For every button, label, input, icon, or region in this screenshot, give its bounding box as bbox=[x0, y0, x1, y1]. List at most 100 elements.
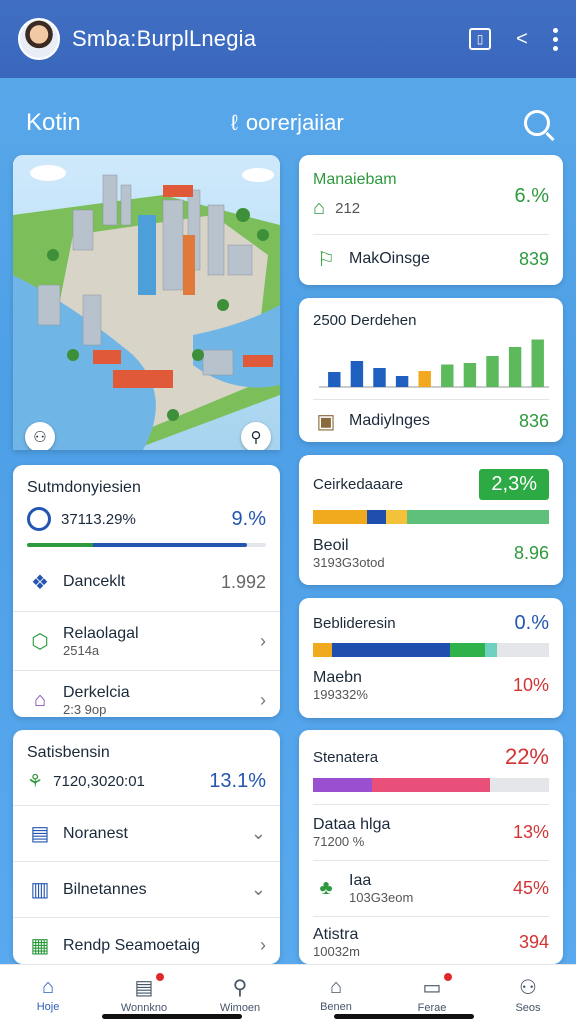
list-item-sub: 10032m bbox=[313, 943, 360, 959]
stats-primary-value: 7120,3020:01 bbox=[53, 773, 145, 790]
chart-title: 2500 Derdehen bbox=[313, 312, 417, 329]
nav-label: Benen bbox=[320, 1001, 352, 1013]
list-item-value: 839 bbox=[518, 248, 549, 269]
share-icon[interactable]: < bbox=[509, 28, 535, 51]
search-icon: ⚲ bbox=[232, 977, 248, 999]
stats-card-1: Sutmdonyiesien 37113.29% 9.% ❖ Danceklt … bbox=[13, 465, 280, 717]
list-item-value: 1.992 bbox=[220, 571, 266, 592]
chevron-down-icon: ⌄ bbox=[250, 879, 266, 899]
app-title: Smba:BurplLnegia bbox=[72, 26, 257, 51]
stats-card-2: Satisbensin ⚘ 7120,3020:01 13.1% ▤ Noran… bbox=[13, 730, 280, 964]
list-item[interactable]: Dataa hlga 71200 % 13% bbox=[299, 805, 563, 860]
stats-card-title: Sutmdonyiesien bbox=[27, 479, 141, 496]
home-indicator bbox=[102, 1014, 242, 1019]
city-map-card[interactable]: ⚇ ⚲ bbox=[13, 155, 280, 450]
stats-percent: 13.1% bbox=[209, 770, 266, 792]
nav-buildings[interactable]: ⌂ Benen bbox=[296, 976, 376, 1013]
chart-bar bbox=[350, 361, 364, 387]
subheader-center[interactable]: ℓ oorerjaiiar bbox=[231, 110, 344, 136]
nav-label: Seos bbox=[515, 1002, 541, 1014]
nav-profile[interactable]: ⚇ Seos bbox=[488, 975, 568, 1014]
nav-files[interactable]: ▭ Ferae bbox=[392, 971, 472, 1014]
list-item-label: Iaa bbox=[349, 872, 372, 889]
nav-work[interactable]: ▤ Wonnkno bbox=[104, 971, 184, 1014]
city-map-image bbox=[13, 155, 280, 450]
list-item-value: 45% bbox=[512, 878, 549, 898]
list-item[interactable]: Atistra 10032m 394 bbox=[299, 917, 563, 967]
map-icon: ▦ bbox=[30, 935, 50, 957]
chevron-down-icon: ⌄ bbox=[250, 823, 266, 843]
nav-label: Ferae bbox=[417, 1002, 447, 1014]
list-item-label: Madiylnges bbox=[349, 412, 430, 429]
list-item-label: Noranest bbox=[63, 824, 128, 842]
list-item-value: 8.96 bbox=[513, 542, 549, 563]
metric-card: Manaiebam ⌂ 212 6.% ⚐ MakOinsge 839 bbox=[299, 155, 563, 285]
list-item[interactable]: ♣ Iaa 103G3eom 45% bbox=[299, 861, 563, 916]
list-item[interactable]: ▥ Bilnetannes ⌄ bbox=[13, 862, 280, 917]
list-item-value: 13% bbox=[512, 822, 549, 842]
segment bbox=[449, 643, 486, 657]
list-item-label: Maebn bbox=[313, 668, 362, 686]
location-icon: ℓ bbox=[230, 110, 238, 135]
home-icon: ⌂ bbox=[41, 976, 55, 998]
building-icon: ⌂ bbox=[33, 688, 47, 711]
avatar[interactable] bbox=[18, 18, 60, 60]
bar-chart bbox=[319, 339, 549, 388]
chart-bar bbox=[531, 339, 544, 387]
list-item-sub: 71200 % bbox=[313, 834, 365, 849]
chart-card: 2500 Derdehen ▣ Madiylnges 836 bbox=[299, 298, 563, 442]
clipboard-icon: ▤ bbox=[134, 977, 154, 999]
subheader-title: Kotin bbox=[26, 109, 81, 136]
subheader-center-label: oorerjaiiar bbox=[245, 110, 344, 135]
more-options-icon[interactable] bbox=[553, 27, 558, 51]
notification-badge bbox=[154, 971, 166, 983]
list-item[interactable]: ⬡ Relaolagal 2514a › bbox=[13, 612, 280, 670]
chevron-right-icon: › bbox=[260, 689, 266, 710]
bookmark-icon[interactable]: ▯ bbox=[469, 28, 491, 50]
segment-bar bbox=[313, 643, 549, 657]
list-item-label: MakOinsge bbox=[349, 250, 430, 267]
list-item[interactable]: ⚐ MakOinsge 839 bbox=[299, 235, 563, 283]
list-item[interactable]: ❖ Danceklt 1.992 bbox=[13, 553, 280, 611]
subheader: Kotin ℓ oorerjaiiar bbox=[0, 96, 576, 150]
list-item-sub: 3193G3otod bbox=[313, 554, 385, 570]
search-icon[interactable] bbox=[524, 110, 550, 136]
list-item-sub: 2514a bbox=[63, 642, 100, 658]
app-header: Smba:BurplLnegia ▯ < bbox=[0, 0, 576, 78]
chart-bar bbox=[486, 356, 499, 387]
segment-card-title: Ceirkedaaare bbox=[313, 476, 404, 493]
list-item-sub: 2:3 9op bbox=[63, 701, 107, 717]
chart-bar bbox=[373, 368, 386, 387]
list-item[interactable]: ⌂ Derkelcia 2:3 9op › bbox=[13, 671, 280, 729]
chevron-right-icon: › bbox=[260, 630, 266, 651]
plant-icon: ♣ bbox=[319, 877, 333, 899]
list-item[interactable]: ▤ Noranest ⌄ bbox=[13, 806, 280, 861]
segment-card-3: Stenatera 22% Dataa hlga 71200 % 13% ♣ I… bbox=[299, 730, 563, 964]
list-item[interactable]: ▣ Madiylnges 836 bbox=[299, 400, 563, 442]
segment bbox=[497, 643, 549, 657]
chart-bar bbox=[508, 347, 522, 387]
status-badge: 2,3% bbox=[479, 469, 549, 500]
list-item-label: Relaolagal bbox=[63, 624, 139, 642]
segment bbox=[490, 778, 549, 792]
document-icon: ▤ bbox=[30, 823, 50, 845]
nav-home[interactable]: ⌂ Hoje bbox=[8, 976, 88, 1013]
home-indicator bbox=[334, 1014, 474, 1019]
segment bbox=[407, 510, 549, 524]
storefront-icon: ▣ bbox=[316, 410, 336, 433]
box-icon: ⬡ bbox=[31, 630, 49, 653]
segment bbox=[372, 778, 490, 792]
people-icon: ⚇ bbox=[519, 977, 537, 999]
list-item-value: 836 bbox=[518, 410, 549, 431]
segment-card-percent: 22% bbox=[504, 744, 549, 769]
list-item-value: 10% bbox=[512, 674, 549, 695]
list-item-label: Beoil bbox=[313, 536, 349, 554]
list-item[interactable]: Beoil 3193G3otod 8.96 bbox=[299, 524, 563, 582]
segment-card-title: Stenatera bbox=[313, 748, 379, 766]
pin-icon[interactable]: ⚲ bbox=[241, 422, 271, 450]
list-item[interactable]: Maebn 199332% 10% bbox=[299, 657, 563, 713]
nav-search[interactable]: ⚲ Wimoen bbox=[200, 975, 280, 1014]
list-item-label: Danceklt bbox=[63, 573, 126, 590]
stats-primary-value: 37113.29% bbox=[61, 510, 136, 528]
person-icon[interactable]: ⚇ bbox=[25, 422, 55, 450]
